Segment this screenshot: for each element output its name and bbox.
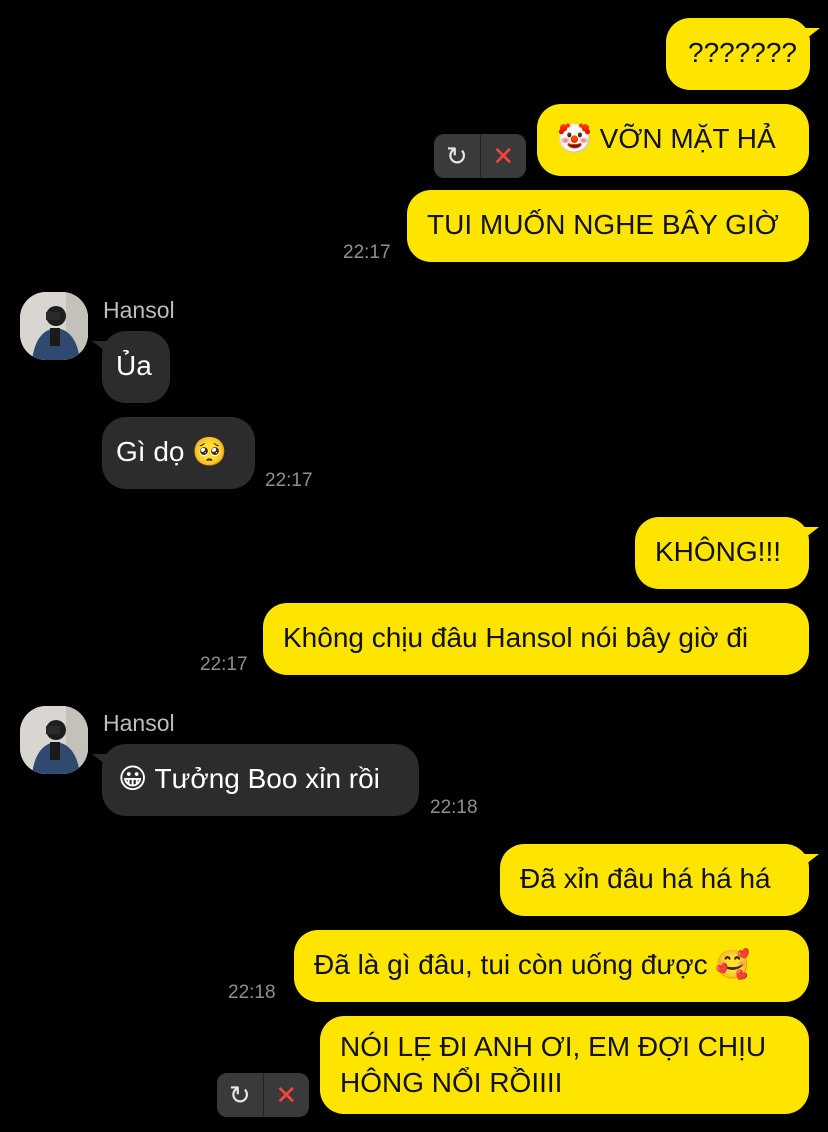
- message-text-line-1: NÓI LẸ ĐI ANH ƠI, EM ĐỢI CHỊU: [340, 1031, 767, 1062]
- message-text: VỠN MẶT HẢ: [599, 123, 776, 154]
- clown-emoji: 🤡: [557, 122, 592, 155]
- incoming-message[interactable]: Ủa: [92, 331, 170, 403]
- timestamp: 22:17: [343, 242, 391, 263]
- cancel-icon[interactable]: ✕: [481, 134, 527, 178]
- outgoing-message[interactable]: Không chịu đâu Hansol nói bây giờ đi: [263, 603, 809, 675]
- message-text: Đã xỉn đâu há há há: [520, 863, 771, 894]
- timestamp: 22:18: [430, 797, 478, 818]
- message-text: Gì dọ: [116, 436, 185, 467]
- retry-icon[interactable]: ↻: [434, 134, 481, 178]
- outgoing-message[interactable]: ???????: [666, 18, 820, 90]
- failed-send-controls: ↻ ✕: [217, 1073, 309, 1117]
- timestamp: 22:18: [228, 982, 276, 1003]
- outgoing-message[interactable]: Đã xỉn đâu há há há: [500, 844, 819, 916]
- timestamp: 22:17: [200, 654, 248, 675]
- incoming-message[interactable]: Gì dọ 🥺: [102, 417, 255, 489]
- grinning-face-emoji: 😀: [118, 762, 148, 795]
- smiling-face-hearts-emoji: 🥰: [715, 948, 751, 981]
- timestamp: 22:17: [265, 470, 313, 491]
- message-text: Ủa: [116, 350, 152, 381]
- retry-icon[interactable]: ↻: [217, 1073, 264, 1117]
- message-text: KHÔNG!!!: [655, 536, 782, 567]
- avatar-photo-icon: [20, 706, 88, 774]
- avatar[interactable]: [20, 292, 88, 360]
- failed-send-controls: ↻ ✕: [434, 134, 526, 178]
- incoming-message[interactable]: 😀 Tưởng Boo xỉn rồi: [92, 744, 419, 816]
- message-text-line-2: HÔNG NỔI RỒIIII: [340, 1067, 563, 1098]
- cancel-icon[interactable]: ✕: [264, 1073, 310, 1117]
- outgoing-message[interactable]: 🤡 VỠN MẶT HẢ: [537, 104, 809, 176]
- pleading-face-emoji: 🥺: [192, 435, 228, 468]
- outgoing-message[interactable]: NÓI LẸ ĐI ANH ƠI, EM ĐỢI CHỊU HÔNG NỔI R…: [320, 1016, 809, 1114]
- message-text: Đã là gì đâu, tui còn uống được: [314, 949, 708, 980]
- outgoing-message[interactable]: KHÔNG!!!: [635, 517, 819, 589]
- message-text: Tưởng Boo xỉn rồi: [154, 763, 380, 794]
- message-text: TUI MUỐN NGHE BÂY GIỜ: [427, 209, 779, 240]
- message-text: ???????: [688, 37, 798, 68]
- outgoing-message[interactable]: Đã là gì đâu, tui còn uống được 🥰: [294, 930, 809, 1002]
- avatar-photo-icon: [20, 292, 88, 360]
- avatar[interactable]: [20, 706, 88, 774]
- outgoing-message[interactable]: TUI MUỐN NGHE BÂY GIỜ: [407, 190, 809, 262]
- sender-name: Hansol: [103, 710, 175, 736]
- sender-name: Hansol: [103, 297, 175, 323]
- message-text: Không chịu đâu Hansol nói bây giờ đi: [283, 622, 749, 653]
